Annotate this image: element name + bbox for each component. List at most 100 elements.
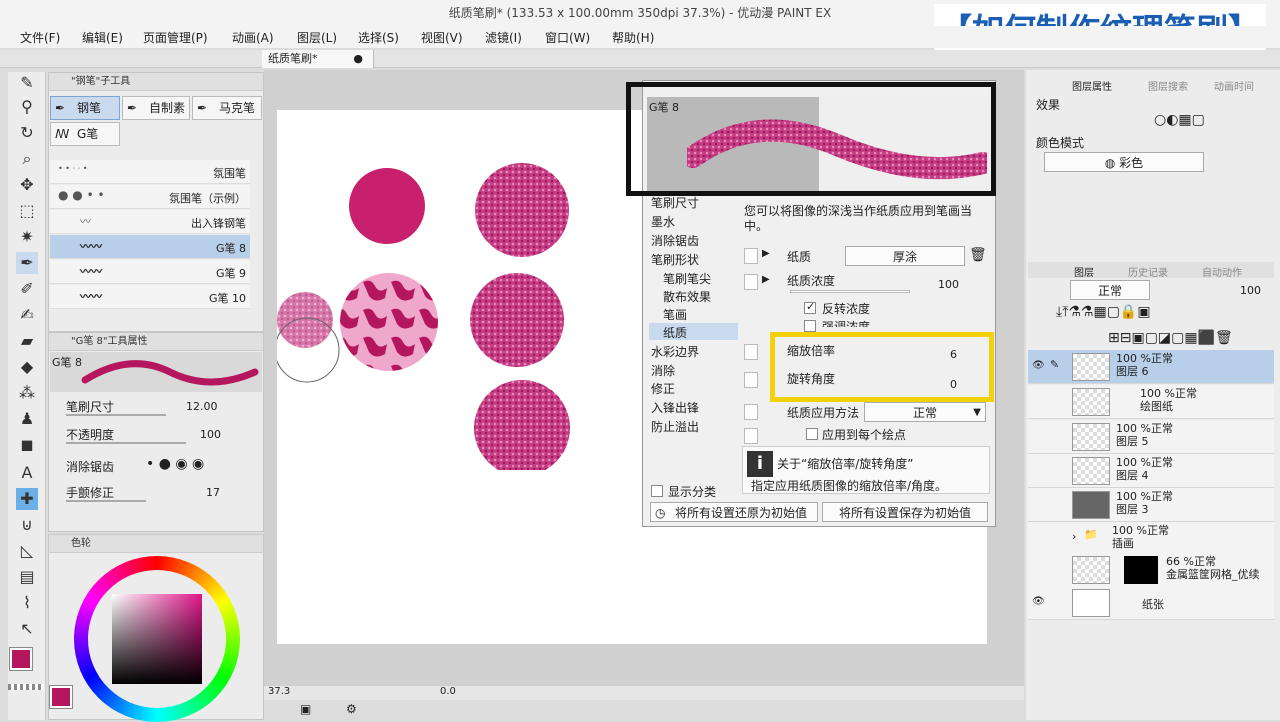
invert-checkbox[interactable]: ✓ (804, 300, 816, 314)
zoom-icon[interactable]: ⚲ (16, 96, 38, 118)
document-tab[interactable]: 纸质笔刷* ● (262, 50, 374, 68)
menu-select[interactable]: 选择(S) (358, 29, 399, 46)
category-brush-size[interactable]: 笔刷尺寸 (651, 194, 699, 211)
each-dot-checkbox[interactable] (806, 428, 818, 440)
trash-icon[interactable]: 🗑 (969, 247, 987, 263)
opacity-value[interactable]: 100 (200, 428, 221, 441)
menu-layer[interactable]: 图层(L) (297, 29, 337, 46)
selection-icon[interactable]: ⬚ (16, 200, 38, 222)
pressure-toggle[interactable] (744, 428, 758, 444)
figure-icon[interactable]: ◺ (16, 540, 38, 562)
brush-size-value[interactable]: 12.00 (186, 400, 218, 413)
brush-size-slider[interactable] (66, 414, 166, 416)
pressure-toggle[interactable] (744, 404, 758, 420)
color-square[interactable] (112, 594, 202, 684)
chevron-right-icon[interactable]: › (1072, 530, 1076, 543)
layer-row[interactable]: 👁 ✎ 100 %正常 图层 6 (1028, 350, 1274, 384)
brush-item[interactable]: 〰〰 G笔 9 (50, 260, 250, 284)
category-ink[interactable]: 墨水 (651, 213, 675, 230)
stabilization-slider[interactable] (66, 500, 146, 502)
brush-item[interactable]: 〰 出入锋钢笔 (50, 210, 250, 234)
spray-icon[interactable]: ⁂ (16, 382, 38, 404)
settings-icon[interactable]: ⚙ (346, 702, 357, 716)
current-color-swatch[interactable] (49, 685, 73, 709)
zoom-value[interactable]: 37.3 (268, 686, 290, 697)
tab-layer[interactable]: 图层 (1074, 264, 1094, 279)
brush-item-selected[interactable]: 〰〰 G笔 8 (50, 235, 250, 259)
pencil-icon[interactable]: ✐ (16, 278, 38, 300)
pressure-toggle[interactable] (744, 248, 758, 264)
method-select[interactable]: 正常 ▼ (864, 402, 986, 422)
menu-file[interactable]: 文件(F) (20, 29, 60, 46)
layer-row[interactable]: 100 %正常 绘图纸 (1028, 385, 1274, 419)
pen-icon[interactable]: ✎ (16, 72, 38, 94)
layer-row[interactable]: 👁 纸张 (1028, 586, 1274, 620)
menu-edit[interactable]: 编辑(E) (82, 29, 123, 46)
operation-icon[interactable]: ✚ (16, 488, 38, 510)
brush-item[interactable]: • • ⋅ ⋅ • 氛围笔 (50, 160, 250, 184)
menu-view[interactable]: 视图(V) (421, 29, 463, 46)
opacity-slider[interactable] (66, 442, 186, 444)
color-tab-wheel[interactable]: 色轮 (71, 538, 91, 549)
brush-item[interactable]: ● ● • • 氛围笔（示例） (50, 185, 250, 209)
move-icon[interactable]: ✥ (16, 174, 38, 196)
subtab-gpen[interactable]: ꟿ G笔 (50, 122, 120, 146)
subtab-custom[interactable]: ✒ 自制素 (122, 96, 190, 120)
transparent-color-swatch[interactable] (8, 684, 44, 690)
category-overflow[interactable]: 防止溢出 (651, 418, 699, 435)
emphasis-checkbox[interactable] (804, 320, 816, 332)
category-erase[interactable]: 消除 (651, 362, 675, 379)
menu-page[interactable]: 页面管理(P) (143, 29, 208, 46)
brush-icon[interactable]: ✍ (16, 304, 38, 326)
effect-icons[interactable]: ○◐▦▢ (1154, 112, 1205, 128)
show-categories-checkbox[interactable] (651, 485, 663, 497)
density-value[interactable]: 100 (938, 278, 959, 291)
category-paper[interactable]: 纸质 (663, 324, 687, 341)
layer-tool-icons[interactable]: ⤓⤒⚗⚗▦▢🔒▣ (1056, 304, 1151, 320)
tab-history[interactable]: 历史记录 (1128, 264, 1168, 279)
brush-size-row[interactable]: 笔刷尺寸 12.00 (50, 396, 262, 420)
stamp-icon[interactable]: ♟ (16, 408, 38, 430)
wand-icon[interactable]: ✷ (16, 226, 38, 248)
menu-help[interactable]: 帮助(H) (612, 29, 654, 46)
eraser-icon[interactable]: ▰ (16, 330, 38, 352)
expand-arrow-icon[interactable]: ▶ (762, 274, 770, 285)
canvas-icon[interactable]: ▣ (300, 702, 311, 716)
subtab-marker[interactable]: ✒ 马克笔 (192, 96, 262, 120)
pressure-toggle[interactable] (744, 344, 758, 360)
layer-row[interactable]: 100 %正常 图层 5 (1028, 420, 1274, 454)
antialias-row[interactable]: 消除锯齿 • ● ◉ ◉ (50, 456, 262, 480)
category-watercolor[interactable]: 水彩边界 (651, 343, 699, 360)
category-brush-tip[interactable]: 笔刷笔尖 (663, 270, 711, 287)
tab-layer-property[interactable]: 图层属性 (1072, 78, 1112, 93)
tab-auto-action[interactable]: 自动动作 (1202, 264, 1242, 279)
antialias-options-icon[interactable]: • ● ◉ ◉ (146, 456, 204, 472)
eye-icon[interactable]: 👁 (1032, 596, 1045, 608)
layer-row[interactable]: 100 %正常 图层 3 (1028, 488, 1274, 522)
color-mode-select[interactable]: ◍ 彩色 (1044, 152, 1204, 172)
stabilization-row[interactable]: 手颤修正 17 (50, 482, 262, 506)
layer-opacity-value[interactable]: 100 (1240, 284, 1261, 297)
blend-mode-select[interactable]: 正常 (1070, 280, 1150, 300)
opacity-row[interactable]: 不透明度 100 (50, 424, 262, 448)
reset-defaults-button[interactable]: ◷ 将所有设置还原为初始值 (650, 502, 818, 522)
brush-item[interactable]: 〰〰 G笔 10 (50, 285, 250, 309)
tab-layer-search[interactable]: 图层搜索 (1148, 78, 1188, 93)
menu-filter[interactable]: 滤镜(I) (485, 29, 522, 46)
save-defaults-button[interactable]: 将所有设置保存为初始值 (822, 502, 988, 522)
layer-row[interactable]: 100 %正常 图层 4 (1028, 454, 1274, 488)
category-correction[interactable]: 修正 (651, 380, 675, 397)
stabilization-value[interactable]: 17 (206, 486, 220, 499)
layer-row[interactable]: › 📁 100 %正常 插画 (1028, 522, 1274, 556)
text-icon[interactable]: A (16, 462, 38, 484)
layer-row[interactable]: 66 %正常 金属篮筐网格_优续 (1028, 553, 1274, 587)
category-spray[interactable]: 散布效果 (663, 288, 711, 305)
menu-animation[interactable]: 动画(A) (232, 29, 274, 46)
category-taper[interactable]: 入锋出锋 (651, 399, 699, 416)
link-icon[interactable]: ⊍ (16, 514, 38, 536)
pressure-toggle[interactable] (744, 372, 758, 388)
paper-select-button[interactable]: 厚涂 (845, 246, 965, 266)
tab-animation[interactable]: 动画时间 (1214, 78, 1254, 93)
density-slider[interactable] (790, 290, 910, 293)
eye-icon[interactable]: 👁 (1032, 360, 1045, 372)
